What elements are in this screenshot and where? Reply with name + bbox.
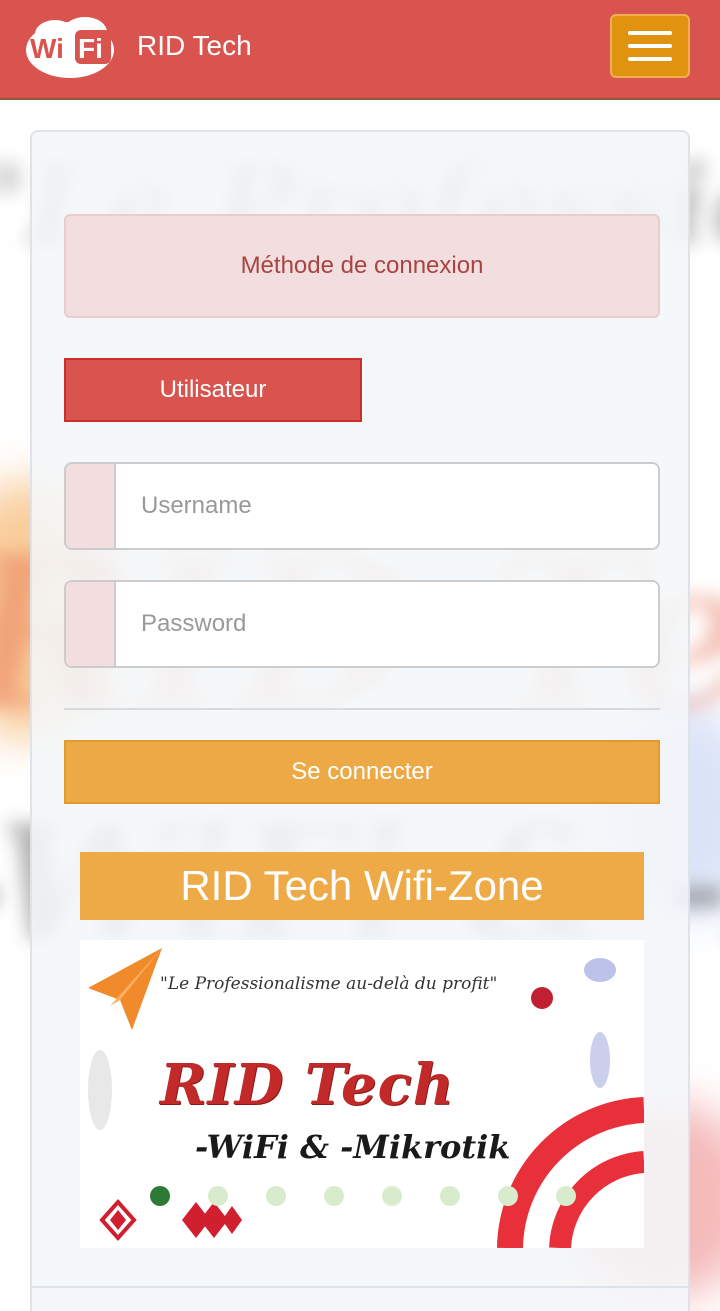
svg-text:Wi: Wi	[30, 33, 64, 64]
hamburger-menu-button[interactable]	[610, 14, 690, 78]
username-group	[64, 462, 660, 550]
password-input[interactable]	[116, 582, 658, 666]
connection-method-heading: Méthode de connexion	[64, 214, 660, 318]
carousel-indicator-dot[interactable]	[208, 1186, 228, 1206]
carousel-indicator-dot[interactable]	[266, 1186, 286, 1206]
brand-name[interactable]: RID Tech	[137, 30, 252, 62]
carousel-indicator-dot[interactable]	[556, 1186, 576, 1206]
login-panel: Méthode de connexion Utilisateur Se conn…	[30, 130, 690, 1311]
carousel-indicator-dot[interactable]	[324, 1186, 344, 1206]
carousel-indicator-dot[interactable]	[150, 1186, 170, 1206]
wifi-logo[interactable]: Wi Fi	[25, 16, 115, 80]
svg-text:Fi: Fi	[78, 33, 103, 64]
carousel-indicator-dot[interactable]	[382, 1186, 402, 1206]
tab-user[interactable]: Utilisateur	[64, 358, 362, 422]
navbar: Wi Fi RID Tech	[0, 0, 720, 100]
promo-carousel[interactable]: "Le Professionalisme au-delà du profit" …	[80, 940, 644, 1248]
divider	[32, 1286, 688, 1288]
carousel-indicators	[150, 1186, 576, 1206]
carousel-indicator-dot[interactable]	[498, 1186, 518, 1206]
lock-addon-icon	[66, 582, 116, 666]
carousel-tagline: -WiFi & -Mikrotik	[195, 1128, 511, 1166]
login-button[interactable]: Se connecter	[64, 740, 660, 804]
zone-title: RID Tech Wifi-Zone	[80, 852, 644, 920]
carousel-slogan: "Le Professionalisme au-delà du profit"	[160, 974, 498, 994]
carousel-indicator-dot[interactable]	[440, 1186, 460, 1206]
divider	[64, 708, 660, 710]
user-addon-icon	[66, 464, 116, 548]
hamburger-menu-icon	[628, 31, 672, 35]
username-input[interactable]	[116, 464, 658, 548]
carousel-brand: RID Tech	[160, 1052, 455, 1118]
password-group	[64, 580, 660, 668]
